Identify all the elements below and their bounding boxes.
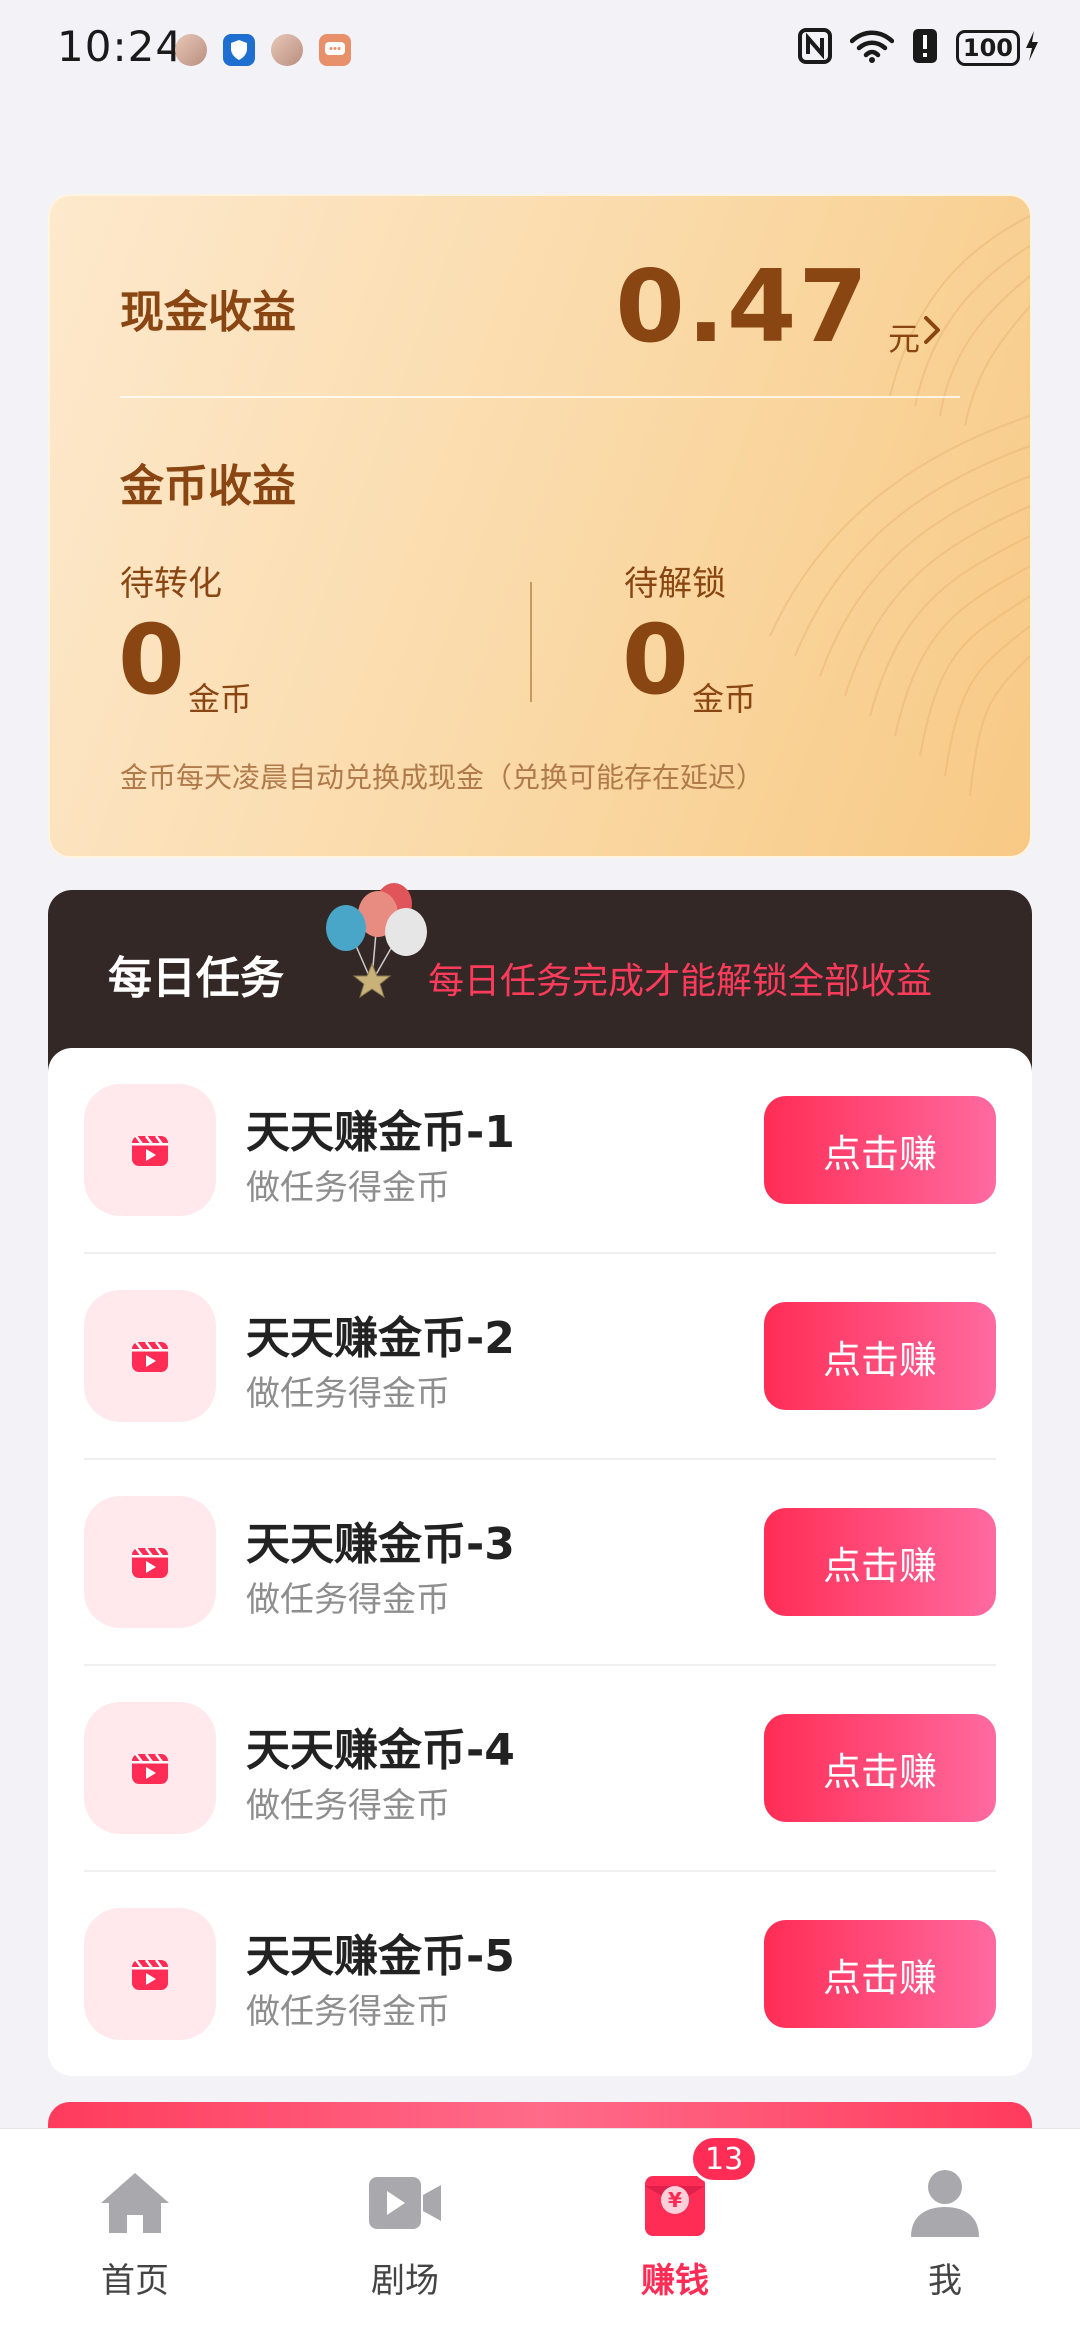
battery-level: 100 bbox=[955, 30, 1020, 66]
video-camera-icon bbox=[367, 2165, 443, 2241]
wifi-icon bbox=[849, 29, 895, 67]
task-name: 天天赚金币-2 bbox=[246, 1313, 515, 1364]
nav-item-home[interactable]: 首页 bbox=[0, 2129, 270, 2340]
pending-unlock-value: 0 bbox=[622, 604, 689, 716]
svg-text:¥: ¥ bbox=[668, 2188, 682, 2212]
earn-button[interactable]: 点击赚 bbox=[764, 1302, 996, 1410]
chevron-right-icon[interactable] bbox=[912, 310, 952, 350]
nav-label-earn: 赚钱 bbox=[641, 2261, 709, 2301]
balloons-icon bbox=[310, 870, 440, 1010]
card-divider bbox=[120, 396, 960, 398]
nav-label-home: 首页 bbox=[101, 2261, 169, 2301]
earn-button[interactable]: 点击赚 bbox=[764, 1714, 996, 1822]
task-description: 做任务得金币 bbox=[246, 1992, 450, 2032]
nfc-icon bbox=[797, 28, 832, 68]
home-icon bbox=[97, 2165, 173, 2241]
video-icon bbox=[84, 1908, 216, 2040]
task-name: 天天赚金币-5 bbox=[246, 1931, 515, 1982]
video-icon bbox=[84, 1702, 216, 1834]
task-description: 做任务得金币 bbox=[246, 1168, 450, 1208]
profile-icon bbox=[907, 2165, 983, 2241]
shield-icon bbox=[223, 34, 255, 66]
task-description: 做任务得金币 bbox=[246, 1786, 450, 1826]
earnings-card: 现金收益 0.47 元 金币收益 待转化 0 金币 待解锁 0 金币 金币每天凌… bbox=[48, 194, 1032, 858]
video-icon bbox=[84, 1084, 216, 1216]
bottom-nav: 首页 剧场 ¥ 13 赚钱 我 bbox=[0, 2128, 1080, 2340]
status-right: 100 bbox=[797, 28, 1040, 68]
pending-conversion-label: 待转化 bbox=[120, 564, 222, 604]
nav-item-me[interactable]: 我 bbox=[810, 2129, 1080, 2340]
video-icon bbox=[84, 1290, 216, 1422]
daily-tasks-title: 每日任务 bbox=[108, 953, 284, 1004]
task-row: 天天赚金币-2 做任务得金币 点击赚 bbox=[84, 1254, 996, 1460]
earn-button[interactable]: 点击赚 bbox=[764, 1920, 996, 2028]
task-name: 天天赚金币-4 bbox=[246, 1725, 515, 1776]
task-row: 天天赚金币-3 做任务得金币 点击赚 bbox=[84, 1460, 996, 1666]
coin-earnings-label: 金币收益 bbox=[120, 461, 296, 512]
vertical-divider bbox=[530, 582, 532, 702]
task-row: 天天赚金币-1 做任务得金币 点击赚 bbox=[84, 1048, 996, 1254]
task-name: 天天赚金币-3 bbox=[246, 1519, 515, 1570]
status-bar: 10:24 100 bbox=[0, 0, 1080, 100]
screen: 10:24 100 现金收益 0.47 元 金币收益 待转化 0 金币 待解锁 … bbox=[0, 0, 1080, 2340]
daily-tasks-subtitle: 每日任务完成才能解锁全部收益 bbox=[428, 961, 933, 1002]
task-row: 天天赚金币-5 做任务得金币 点击赚 bbox=[84, 1872, 996, 2078]
avatar-icon bbox=[271, 34, 303, 66]
video-icon bbox=[84, 1496, 216, 1628]
notification-badge: 13 bbox=[690, 2135, 759, 2183]
exchange-note: 金币每天凌晨自动兑换成现金（兑换可能存在延迟） bbox=[120, 761, 765, 794]
pending-conversion-unit: 金币 bbox=[188, 680, 253, 718]
cash-earnings-label: 现金收益 bbox=[120, 287, 296, 338]
notification-icons bbox=[175, 34, 351, 66]
pending-unlock-label: 待解锁 bbox=[624, 564, 726, 604]
status-time: 10:24 bbox=[57, 22, 184, 71]
daily-tasks-list: 天天赚金币-1 做任务得金币 点击赚 天天赚金币-2 做任务得金币 点击赚 天天… bbox=[48, 1048, 1032, 2076]
chat-icon bbox=[319, 34, 351, 66]
avatar-icon bbox=[175, 34, 207, 66]
pending-conversion-value: 0 bbox=[118, 604, 185, 716]
nav-label-theater: 剧场 bbox=[371, 2261, 439, 2301]
task-description: 做任务得金币 bbox=[246, 1580, 450, 1620]
earn-button[interactable]: 点击赚 bbox=[764, 1096, 996, 1204]
cash-earnings-value[interactable]: 0.47 bbox=[615, 248, 870, 365]
nav-item-theater[interactable]: 剧场 bbox=[270, 2129, 540, 2340]
task-name: 天天赚金币-1 bbox=[246, 1107, 515, 1158]
charging-icon bbox=[1024, 30, 1040, 66]
nav-item-earn[interactable]: ¥ 13 赚钱 bbox=[540, 2129, 810, 2340]
task-row: 天天赚金币-4 做任务得金币 点击赚 bbox=[84, 1666, 996, 1872]
nav-label-me: 我 bbox=[928, 2261, 962, 2301]
battery-icon: 100 bbox=[955, 30, 1040, 66]
task-description: 做任务得金币 bbox=[246, 1374, 450, 1414]
pending-unlock-unit: 金币 bbox=[692, 680, 757, 718]
earn-button[interactable]: 点击赚 bbox=[764, 1508, 996, 1616]
alert-icon bbox=[912, 28, 938, 68]
